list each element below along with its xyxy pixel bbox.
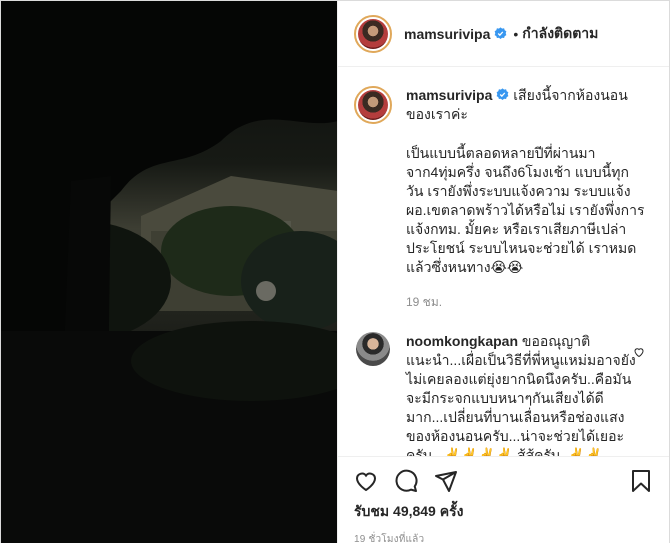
following-button[interactable]: กำลังติดตาม <box>522 23 598 45</box>
comment-row: noomkongkapan ขออณุญาติแนะนำ...เผื่อเป็น… <box>354 332 653 456</box>
caption-row: mamsurivipa เสียงนี้จากห้องนอนของเราค่ะ … <box>354 86 653 312</box>
post-sidebar: mamsurivipa • กำลังติดตาม mamsurivipa เส… <box>337 1 669 543</box>
action-icons <box>354 463 653 499</box>
instagram-post: mamsurivipa • กำลังติดตาม mamsurivipa เส… <box>0 0 670 543</box>
view-count[interactable]: รับชม 49,849 ครั้ง <box>354 501 653 523</box>
comment-body: ขออณุญาติแนะนำ...เผื่อเป็นวิธีที่พี่หนูแ… <box>406 333 636 456</box>
post-timestamp[interactable]: 19 ชั่วโมงที่แล้ว <box>354 532 653 543</box>
author-username[interactable]: mamsurivipa <box>404 26 490 42</box>
caption-text: mamsurivipa เสียงนี้จากห้องนอนของเราค่ะ … <box>406 86 646 312</box>
post-header: mamsurivipa • กำลังติดตาม <box>338 1 669 67</box>
post-video[interactable] <box>1 1 337 543</box>
header-separator: • <box>513 25 519 42</box>
caption-avatar[interactable] <box>354 86 392 124</box>
caption-body: เป็นแบบนี้ตลอดหลายปีที่ผ่านมา จาก4ทุ่มคร… <box>406 145 645 275</box>
heart-icon[interactable] <box>354 469 378 493</box>
comments-section: mamsurivipa เสียงนี้จากห้องนอนของเราค่ะ … <box>338 68 669 456</box>
caption-timestamp[interactable]: 19 ชม. <box>406 293 646 312</box>
author-avatar[interactable] <box>354 14 392 53</box>
like-comment-heart-icon[interactable] <box>633 346 645 358</box>
verified-badge-icon <box>495 27 507 40</box>
comment-icon[interactable] <box>394 469 418 493</box>
caption-username[interactable]: mamsurivipa <box>406 87 492 103</box>
commenter-avatar[interactable] <box>356 332 390 366</box>
bookmark-icon[interactable] <box>629 469 653 493</box>
night-scene-image <box>1 1 337 543</box>
share-icon[interactable] <box>434 469 458 493</box>
verified-badge-icon <box>497 88 509 101</box>
comment-text: noomkongkapan ขออณุญาติแนะนำ...เผื่อเป็น… <box>406 332 638 456</box>
post-actions: รับชม 49,849 ครั้ง 19 ชั่วโมงที่แล้ว <box>338 456 669 543</box>
commenter-username[interactable]: noomkongkapan <box>406 333 518 349</box>
